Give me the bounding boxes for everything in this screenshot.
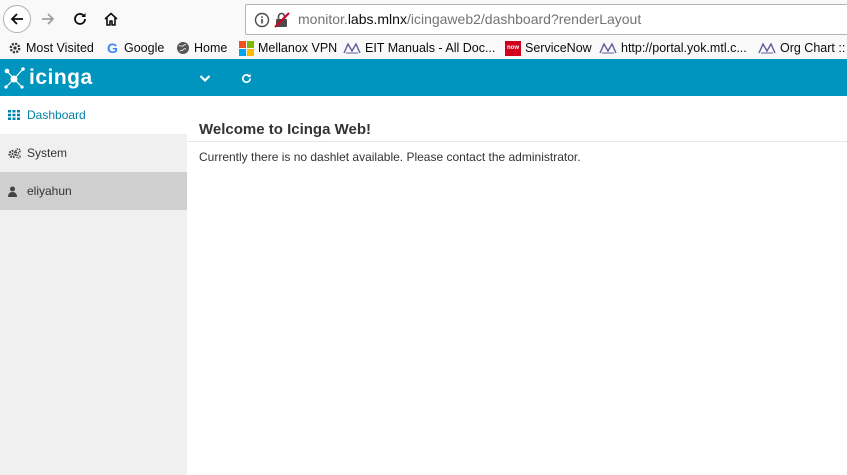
- bookmark-eit-manuals[interactable]: EIT Manuals - All Doc...: [343, 39, 495, 57]
- bookmark-most-visited[interactable]: Most Visited: [7, 39, 94, 57]
- title-divider: [187, 141, 847, 142]
- page-title: Welcome to Icinga Web!: [199, 121, 371, 138]
- sidebar-item-label: eliyahun: [27, 184, 72, 198]
- empty-dashboard-message: Currently there is no dashlet available.…: [199, 150, 581, 164]
- bookmark-org-chart[interactable]: Org Chart :: I: [758, 39, 847, 57]
- google-icon: G: [107, 40, 118, 56]
- bookmarks-bar: Most Visited G Google Home Mellanox VPN E…: [0, 38, 847, 59]
- forward-button[interactable]: [34, 5, 62, 33]
- globe-icon: [175, 41, 190, 56]
- bookmark-servicenow[interactable]: now ServiceNow: [505, 39, 592, 57]
- back-button[interactable]: [3, 5, 31, 33]
- sidebar-item-label: System: [27, 146, 68, 160]
- sidebar-item-user[interactable]: eliyahun: [0, 172, 187, 210]
- bookmark-label: ServiceNow: [525, 41, 592, 55]
- logo-text: icinga: [29, 66, 93, 89]
- icinga-logo[interactable]: icinga: [4, 63, 93, 93]
- mellanox-icon: [343, 41, 361, 56]
- gear-icon: [7, 41, 22, 56]
- mellanox-icon: [758, 41, 776, 56]
- bookmark-label: Google: [124, 41, 165, 55]
- home-icon: [104, 12, 118, 26]
- servicenow-icon: now: [505, 40, 521, 56]
- reload-button[interactable]: [66, 5, 94, 33]
- info-icon[interactable]: [254, 12, 270, 28]
- arrow-right-icon: [42, 13, 55, 25]
- mellanox-icon: [599, 41, 617, 56]
- user-icon: [8, 186, 22, 197]
- url-prefix: monitor.: [298, 11, 348, 27]
- bookmark-label: Home: [194, 41, 228, 55]
- bookmark-mellanox-vpn[interactable]: Mellanox VPN: [239, 39, 337, 57]
- bookmark-portal[interactable]: http://portal.yok.mtl.c...: [599, 39, 747, 57]
- bookmark-label: Most Visited: [26, 41, 94, 55]
- arrow-left-icon: [10, 13, 23, 25]
- refresh-icon[interactable]: [241, 73, 252, 84]
- url-host: labs.mlnx: [347, 11, 407, 27]
- main-content: Welcome to Icinga Web! Currently there i…: [187, 96, 847, 475]
- url-bar[interactable]: monitor.labs.mlnx/icingaweb2/dashboard?r…: [245, 4, 847, 35]
- gears-icon: [8, 147, 22, 159]
- reload-icon: [74, 13, 86, 25]
- bookmark-label: EIT Manuals - All Doc...: [365, 41, 496, 55]
- sidebar-item-dashboard[interactable]: Dashboard: [0, 96, 187, 134]
- bookmark-label: Org Chart :: I: [780, 41, 847, 55]
- sidebar: Dashboard System eliyahun: [0, 96, 187, 475]
- url-path: /icingaweb2/dashboard?renderLayout: [406, 11, 642, 27]
- url-text[interactable]: monitor.labs.mlnx/icingaweb2/dashboard?r…: [298, 11, 641, 27]
- icinga-logo-icon: [4, 67, 25, 89]
- bookmark-label: Mellanox VPN: [258, 41, 338, 55]
- sidebar-item-system[interactable]: System: [0, 134, 187, 172]
- insecure-lock-icon[interactable]: [273, 11, 291, 29]
- bookmark-home[interactable]: Home: [175, 39, 227, 57]
- app-header: icinga: [0, 59, 847, 96]
- chevron-down-icon[interactable]: [199, 74, 211, 84]
- microsoft-icon: [239, 40, 254, 56]
- bookmark-label: http://portal.yok.mtl.c...: [621, 41, 747, 55]
- bookmark-google[interactable]: G Google: [105, 39, 164, 57]
- grid-icon: [8, 110, 22, 120]
- browser-toolbar: monitor.labs.mlnx/icingaweb2/dashboard?r…: [0, 0, 847, 38]
- sidebar-item-label: Dashboard: [27, 108, 86, 122]
- home-button[interactable]: [97, 5, 125, 33]
